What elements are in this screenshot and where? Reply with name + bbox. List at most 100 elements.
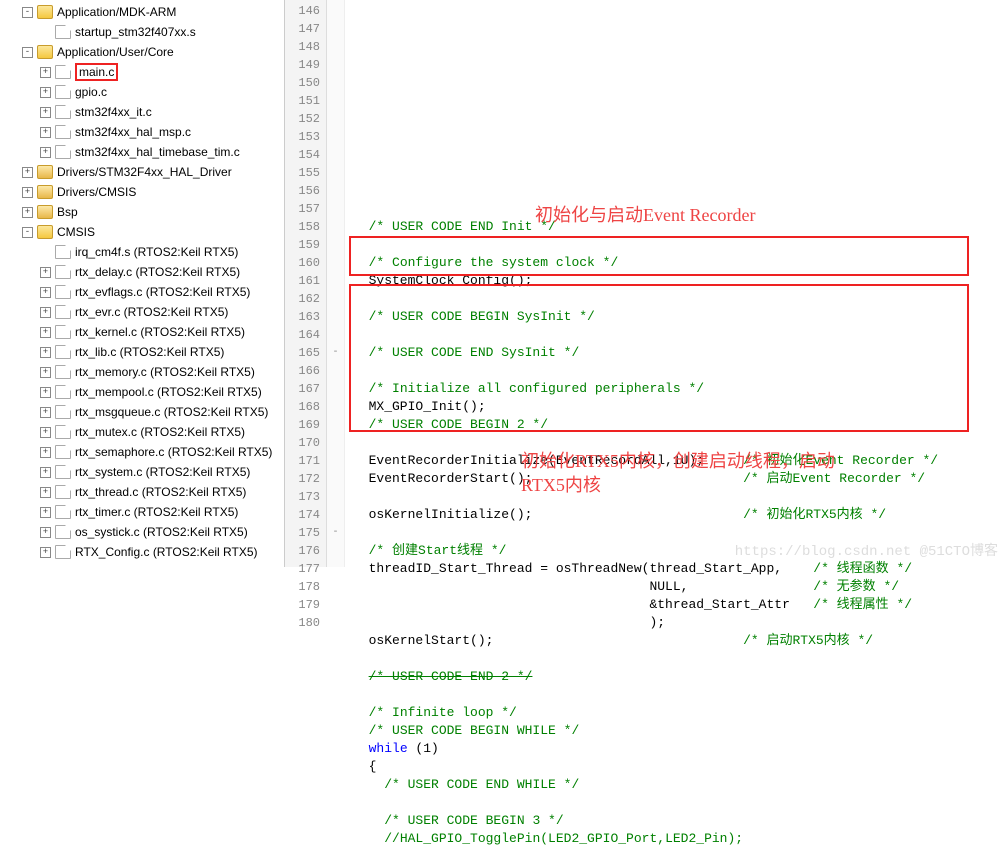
code-line[interactable]: /* Configure the system clock */ [353,254,1008,272]
code-line[interactable]: /* USER CODE BEGIN SysInit */ [353,308,1008,326]
line-number: 164 [285,326,320,344]
code-line[interactable] [353,326,1008,344]
tree-item[interactable]: -CMSIS [0,222,284,242]
tree-item[interactable]: +rtx_mempool.c (RTOS2:Keil RTX5) [0,382,284,402]
tree-expander-icon[interactable]: + [40,127,51,138]
tree-item[interactable]: +rtx_thread.c (RTOS2:Keil RTX5) [0,482,284,502]
tree-item[interactable]: +rtx_memory.c (RTOS2:Keil RTX5) [0,362,284,382]
code-line[interactable] [353,650,1008,668]
tree-expander-icon[interactable]: + [40,347,51,358]
tree-expander-icon[interactable]: + [40,467,51,478]
code-line[interactable] [353,236,1008,254]
code-line[interactable]: osKernelStart(); /* 启动RTX5内核 */ [353,632,1008,650]
code-line[interactable]: /* 创建Start线程 */ [353,542,1008,560]
tree-item[interactable]: irq_cm4f.s (RTOS2:Keil RTX5) [0,242,284,262]
code-line[interactable] [353,488,1008,506]
tree-item[interactable]: + rtx_evflags.c (RTOS2:Keil RTX5) [0,282,284,302]
code-line[interactable] [353,290,1008,308]
tree-expander-icon[interactable]: + [40,307,51,318]
code-line[interactable]: &thread_Start_Attr /* 线程属性 */ [353,596,1008,614]
line-number: 155 [285,164,320,182]
code-line[interactable]: EventRecorderStart(); /* 启动Event Recorde… [353,470,1008,488]
tree-item[interactable]: +Drivers/STM32F4xx_HAL_Driver [0,162,284,182]
tree-expander-icon[interactable]: + [40,327,51,338]
tree-item[interactable]: +Drivers/CMSIS [0,182,284,202]
tree-expander-icon[interactable]: - [22,47,33,58]
tree-expander-icon[interactable]: + [22,187,33,198]
tree-item[interactable]: +gpio.c [0,82,284,102]
tree-expander-icon[interactable]: + [40,407,51,418]
code-line[interactable]: ); [353,614,1008,632]
tree-item[interactable]: startup_stm32f407xx.s [0,22,284,42]
tree-item[interactable]: +rtx_evr.c (RTOS2:Keil RTX5) [0,302,284,322]
tree-expander-icon[interactable]: + [40,507,51,518]
fold-column[interactable]: -- [327,0,345,567]
code-line[interactable]: SystemClock_Config(); [353,272,1008,290]
code-line[interactable]: while (1) [353,740,1008,758]
tree-expander-icon[interactable]: - [22,227,33,238]
code-line[interactable]: osKernelInitialize(); /* 初始化RTX5内核 */ [353,506,1008,524]
tree-expander-icon[interactable]: + [40,527,51,538]
tree-expander-icon[interactable]: + [40,67,51,78]
tree-expander-icon[interactable]: + [22,207,33,218]
tree-item[interactable]: +os_systick.c (RTOS2:Keil RTX5) [0,522,284,542]
tree-item[interactable]: +rtx_delay.c (RTOS2:Keil RTX5) [0,262,284,282]
tree-item[interactable]: +main.c [0,62,284,82]
tree-item[interactable]: +rtx_mutex.c (RTOS2:Keil RTX5) [0,422,284,442]
tree-expander-icon[interactable]: + [22,167,33,178]
code-line[interactable]: MX_GPIO_Init(); [353,398,1008,416]
tree-item[interactable]: +rtx_kernel.c (RTOS2:Keil RTX5) [0,322,284,342]
fold-marker[interactable]: - [327,344,344,362]
code-line[interactable]: /* Infinite loop */ [353,704,1008,722]
tree-item[interactable]: +rtx_system.c (RTOS2:Keil RTX5) [0,462,284,482]
tree-item[interactable]: +rtx_timer.c (RTOS2:Keil RTX5) [0,502,284,522]
tree-item[interactable]: + Bsp [0,202,284,222]
tree-item[interactable]: +stm32f4xx_it.c [0,102,284,122]
code-line[interactable] [353,524,1008,542]
tree-item[interactable]: -Application/MDK-ARM [0,2,284,22]
tree-item[interactable]: +rtx_semaphore.c (RTOS2:Keil RTX5) [0,442,284,462]
code-line[interactable] [353,794,1008,812]
tree-expander-icon[interactable]: + [40,287,51,298]
code-line[interactable] [353,686,1008,704]
fold-marker[interactable]: - [327,524,344,542]
tree-expander-icon[interactable]: + [40,387,51,398]
code-line[interactable]: EventRecorderInitialize(EventRecordAll,1… [353,452,1008,470]
code-line[interactable]: /* USER CODE END SysInit */ [353,344,1008,362]
tree-expander-icon[interactable]: - [22,7,33,18]
tree-item[interactable]: +rtx_lib.c (RTOS2:Keil RTX5) [0,342,284,362]
code-line[interactable]: NULL, /* 无参数 */ [353,578,1008,596]
code-editor[interactable]: 1461471481491501511521531541551561571581… [285,0,1008,567]
file-icon [55,85,71,99]
tree-item[interactable]: +RTX_Config.c (RTOS2:Keil RTX5) [0,542,284,562]
tree-expander-icon[interactable]: + [40,367,51,378]
code-line[interactable] [353,434,1008,452]
code-line[interactable]: //HAL_GPIO_TogglePin(LED2_GPIO_Port,LED2… [353,830,1008,848]
code-line[interactable]: /* USER CODE BEGIN 2 */ [353,416,1008,434]
code-line[interactable]: /* USER CODE BEGIN 3 */ [353,812,1008,830]
tree-expander-icon[interactable]: + [40,147,51,158]
tree-item[interactable]: +rtx_msgqueue.c (RTOS2:Keil RTX5) [0,402,284,422]
tree-expander-icon[interactable]: + [40,487,51,498]
tree-expander-icon[interactable]: + [40,87,51,98]
code-line[interactable] [353,362,1008,380]
tree-item[interactable]: +stm32f4xx_hal_msp.c [0,122,284,142]
tree-expander-icon[interactable]: + [40,267,51,278]
tree-item-label: Bsp [57,205,78,219]
project-tree[interactable]: -Application/MDK-ARMstartup_stm32f407xx.… [0,0,285,567]
tree-item[interactable]: +stm32f4xx_hal_timebase_tim.c [0,142,284,162]
code-line[interactable]: { [353,758,1008,776]
code-line[interactable]: /* USER CODE END WHILE */ [353,776,1008,794]
tree-expander-icon[interactable]: + [40,427,51,438]
tree-expander-icon[interactable]: + [40,107,51,118]
tree-expander-icon[interactable]: + [40,547,51,558]
code-line[interactable]: /* USER CODE END Init */ [353,218,1008,236]
code-line[interactable]: /* USER CODE END 2 */ [353,668,1008,686]
tree-item[interactable]: -Application/User/Core [0,42,284,62]
tree-expander-icon[interactable]: + [40,447,51,458]
code-line[interactable]: threadID_Start_Thread = osThreadNew(thre… [353,560,1008,578]
tree-item-label: rtx_evflags.c (RTOS2:Keil RTX5) [75,285,250,299]
code-text-area[interactable]: 初始化与启动Event Recorder 初始化RTX5内核，创建启动线程，启动… [345,0,1008,567]
code-line[interactable]: /* USER CODE BEGIN WHILE */ [353,722,1008,740]
code-line[interactable]: /* Initialize all configured peripherals… [353,380,1008,398]
